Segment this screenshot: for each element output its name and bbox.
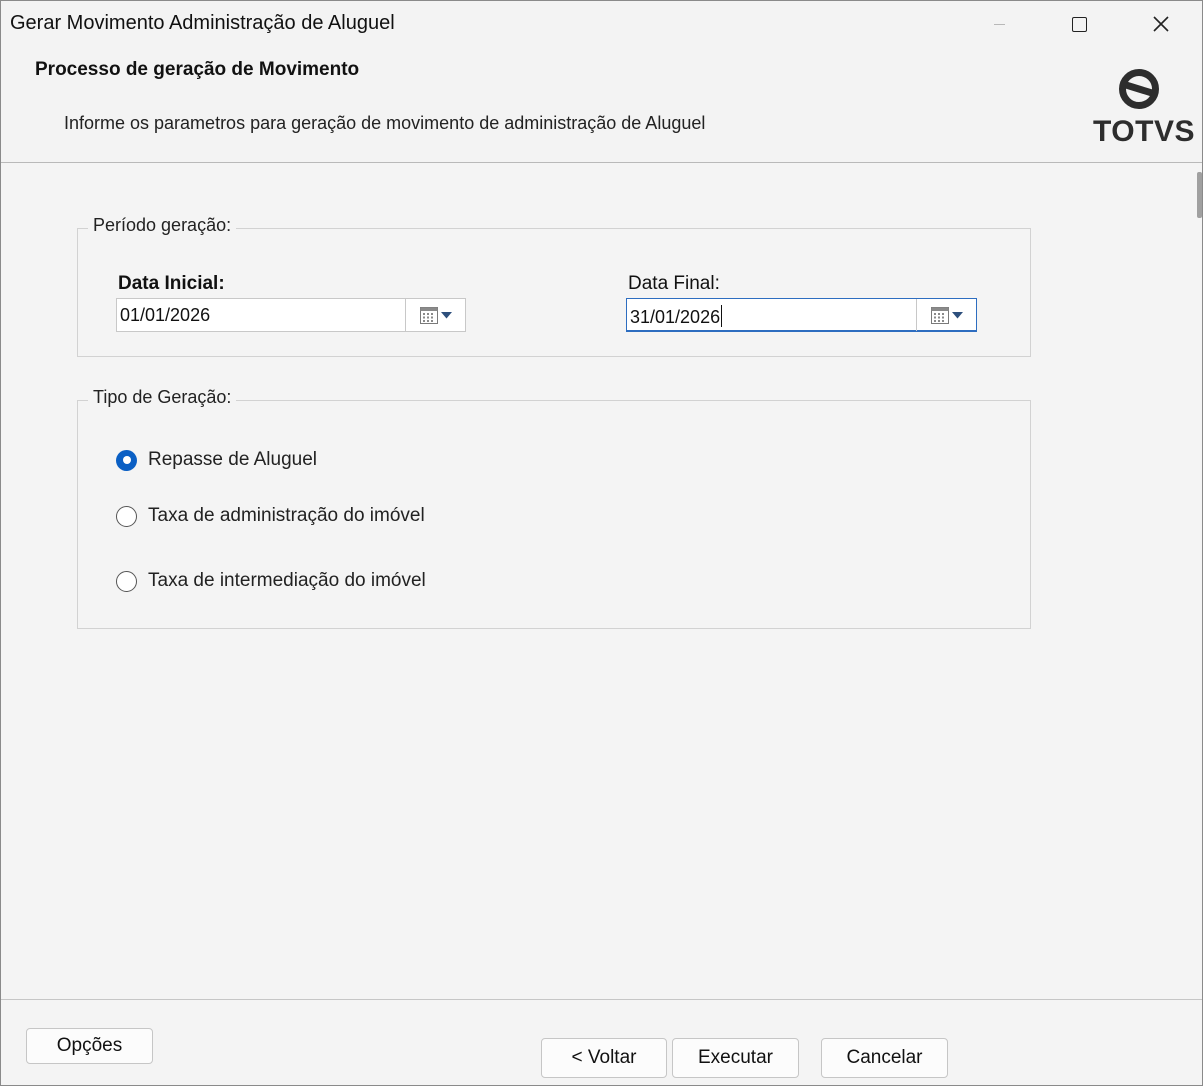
data-inicial-label: Data Inicial: bbox=[118, 273, 225, 294]
data-inicial-calendar-button[interactable] bbox=[405, 299, 465, 331]
wizard-footer: Opções < Voltar Executar Cancelar bbox=[1, 999, 1202, 1085]
radio-taxa-administracao[interactable]: Taxa de administração do imóvel bbox=[116, 505, 425, 527]
title-bar: Gerar Movimento Administração de Aluguel bbox=[1, 1, 1202, 47]
close-icon bbox=[1153, 16, 1169, 32]
maximize-icon bbox=[1071, 16, 1087, 32]
dialog-window: Gerar Movimento Administração de Aluguel… bbox=[0, 0, 1203, 1086]
data-inicial-field[interactable]: 01/01/2026 bbox=[116, 298, 466, 332]
calendar-icon bbox=[930, 306, 949, 324]
data-final-calendar-button[interactable] bbox=[916, 299, 976, 331]
chevron-down-icon bbox=[951, 311, 963, 318]
voltar-button[interactable]: < Voltar bbox=[541, 1038, 667, 1078]
page-subtitle: Informe os parametros para geração de mo… bbox=[64, 113, 706, 133]
tipo-legend: Tipo de Geração: bbox=[88, 387, 237, 408]
radio-taxa-intermediacao[interactable]: Taxa de intermediação do imóvel bbox=[116, 570, 426, 592]
maximize-button[interactable] bbox=[1039, 1, 1119, 47]
radio-label[interactable]: Taxa de intermediação do imóvel bbox=[148, 570, 426, 592]
wizard-header: Processo de geração de Movimento Informe… bbox=[1, 47, 1202, 163]
radio-button[interactable] bbox=[116, 570, 137, 592]
radio-label[interactable]: Taxa de administração do imóvel bbox=[148, 505, 425, 527]
calendar-icon bbox=[419, 306, 438, 324]
minimize-icon bbox=[993, 23, 1005, 25]
opcoes-button[interactable]: Opções bbox=[26, 1028, 153, 1064]
data-inicial-value[interactable]: 01/01/2026 bbox=[120, 305, 210, 326]
radio-label[interactable]: Repasse de Aluguel bbox=[148, 449, 317, 471]
text-caret bbox=[721, 305, 723, 327]
radio-button[interactable] bbox=[116, 505, 137, 527]
totvs-logo-icon bbox=[1119, 69, 1159, 109]
minimize-button[interactable] bbox=[959, 1, 1039, 47]
data-final-value-wrap[interactable]: 31/01/2026 bbox=[630, 305, 723, 328]
data-final-label: Data Final: bbox=[628, 273, 720, 294]
vertical-scrollbar[interactable] bbox=[1197, 164, 1202, 1014]
totvs-logo: TOTVS bbox=[1089, 63, 1194, 151]
page-title: Processo de geração de Movimento bbox=[35, 59, 360, 80]
chevron-down-icon bbox=[440, 311, 452, 318]
cancelar-button[interactable]: Cancelar bbox=[821, 1038, 948, 1078]
window-title: Gerar Movimento Administração de Aluguel bbox=[10, 12, 395, 34]
executar-button[interactable]: Executar bbox=[672, 1038, 799, 1078]
radio-button-selected[interactable] bbox=[116, 449, 137, 471]
data-final-value[interactable]: 31/01/2026 bbox=[630, 307, 720, 327]
radio-repasse-aluguel[interactable]: Repasse de Aluguel bbox=[116, 449, 317, 471]
close-button[interactable] bbox=[1121, 1, 1201, 47]
scrollbar-thumb[interactable] bbox=[1197, 172, 1202, 218]
logo-text: TOTVS bbox=[1093, 115, 1195, 148]
periodo-legend: Período geração: bbox=[88, 215, 237, 236]
data-final-field[interactable]: 31/01/2026 bbox=[626, 298, 977, 332]
